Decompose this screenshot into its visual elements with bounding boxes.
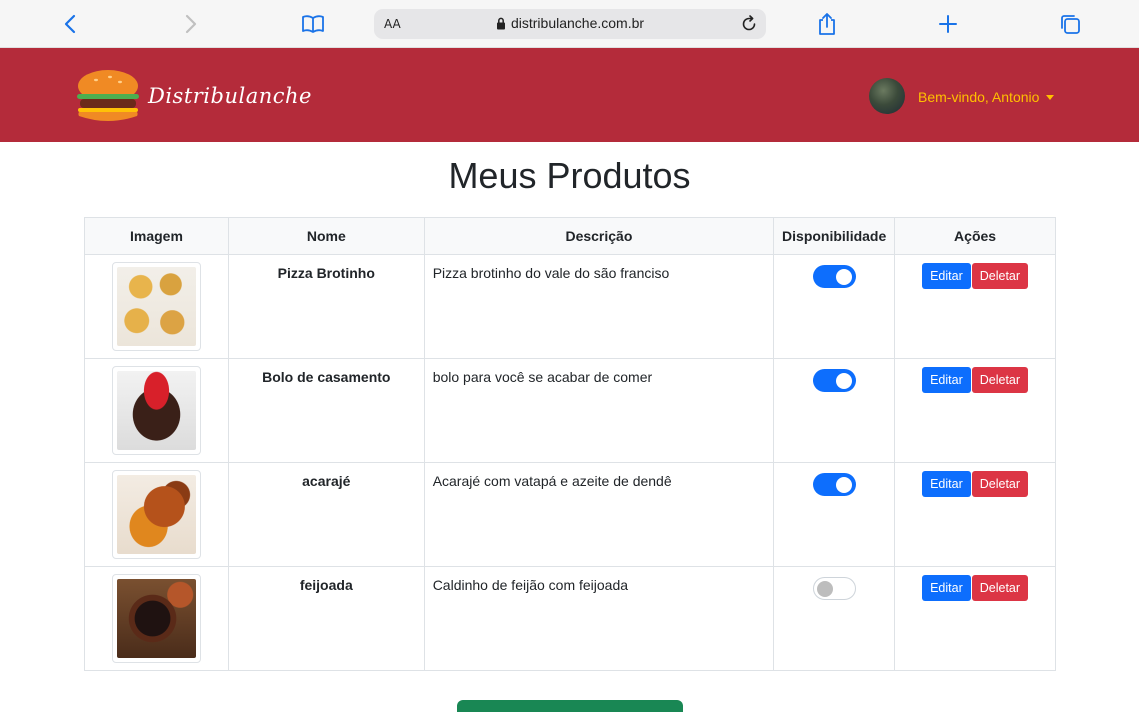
- availability-cell: [773, 462, 896, 567]
- products-table: Imagem Nome Descrição Disponibilidade Aç…: [84, 217, 1056, 671]
- toggle-knob: [816, 580, 833, 597]
- product-image: [111, 262, 201, 351]
- availability-cell: [773, 254, 896, 359]
- page-title: Meus Produtos: [448, 155, 691, 196]
- actions-cell: Editar Deletar: [894, 566, 1056, 671]
- avatar[interactable]: [869, 78, 905, 114]
- reload-icon[interactable]: [736, 11, 762, 37]
- delete-button[interactable]: Deletar: [971, 263, 1029, 289]
- pizza-image: [116, 267, 196, 346]
- availability-toggle[interactable]: [812, 577, 856, 600]
- product-image-cell: [84, 462, 229, 567]
- acaraje-image: [116, 475, 196, 554]
- browser-toolbar: AA distribulanche.com.br: [0, 0, 1139, 48]
- welcome-text: Bem-vindo, Antonio: [918, 89, 1040, 105]
- table-row: Bolo de casamento bolo para você se acab…: [84, 358, 1056, 463]
- availability-toggle[interactable]: [812, 369, 856, 392]
- product-description: Caldinho de feijão com feijoada: [423, 566, 775, 671]
- share-icon[interactable]: [813, 10, 841, 38]
- url-bar[interactable]: AA distribulanche.com.br: [374, 9, 766, 39]
- product-image-cell: [84, 254, 229, 359]
- product-description: bolo para você se acabar de comer: [423, 358, 775, 463]
- url-text: distribulanche.com.br: [510, 15, 645, 31]
- delete-button[interactable]: Deletar: [971, 471, 1029, 497]
- chevron-left-icon[interactable]: [56, 10, 84, 38]
- book-icon[interactable]: [299, 10, 327, 38]
- actions-cell: Editar Deletar: [894, 358, 1056, 463]
- edit-button[interactable]: Editar: [922, 263, 971, 289]
- edit-button[interactable]: Editar: [922, 367, 971, 393]
- product-image-cell: [84, 358, 229, 463]
- toggle-knob: [835, 268, 852, 285]
- table-row: acarajé Acarajé com vatapá e azeite de d…: [84, 462, 1056, 567]
- table-row: feijoada Caldinho de feijão com feijoada…: [84, 566, 1056, 671]
- delete-button[interactable]: Deletar: [971, 575, 1029, 601]
- product-image: [111, 574, 201, 663]
- header-acoes: Ações: [894, 217, 1056, 255]
- user-menu-toggle[interactable]: Bem-vindo, Antonio: [918, 89, 1055, 105]
- plus-icon[interactable]: [934, 10, 962, 38]
- cake-image: [116, 371, 196, 450]
- availability-cell: [773, 358, 896, 463]
- chevron-right-icon[interactable]: [177, 10, 205, 38]
- actions-cell: Editar Deletar: [894, 462, 1056, 567]
- lock-icon: [496, 17, 506, 33]
- brand-name[interactable]: Distribulanche: [148, 84, 312, 108]
- header-nome: Nome: [227, 217, 425, 255]
- toggle-knob: [835, 372, 852, 389]
- product-image: [111, 366, 201, 455]
- toggle-knob: [835, 476, 852, 493]
- feijoada-image: [116, 579, 196, 658]
- product-name: feijoada: [227, 566, 425, 671]
- table-header-row: Imagem Nome Descrição Disponibilidade Aç…: [84, 217, 1056, 255]
- header-disponibilidade: Disponibilidade: [773, 217, 896, 255]
- product-name: Bolo de casamento: [227, 358, 425, 463]
- actions-cell: Editar Deletar: [894, 254, 1056, 359]
- add-product-button[interactable]: [457, 700, 683, 712]
- product-name: acarajé: [227, 462, 425, 567]
- availability-toggle[interactable]: [812, 265, 856, 288]
- table-row: Pizza Brotinho Pizza brotinho do vale do…: [84, 254, 1056, 359]
- header-descricao: Descrição: [423, 217, 775, 255]
- product-image-cell: [84, 566, 229, 671]
- availability-toggle[interactable]: [812, 473, 856, 496]
- product-description: Pizza brotinho do vale do são franciso: [423, 254, 775, 359]
- edit-button[interactable]: Editar: [922, 471, 971, 497]
- header-imagem: Imagem: [84, 217, 229, 255]
- tabs-icon[interactable]: [1056, 10, 1084, 38]
- availability-cell: [773, 566, 896, 671]
- product-image: [111, 470, 201, 559]
- edit-button[interactable]: Editar: [922, 575, 971, 601]
- top-navbar: Distribulanche Bem-vindo, Antonio: [0, 48, 1139, 142]
- product-name: Pizza Brotinho: [227, 254, 425, 359]
- product-description: Acarajé com vatapá e azeite de dendê: [423, 462, 775, 567]
- caret-down-icon: [1046, 95, 1055, 100]
- delete-button[interactable]: Deletar: [971, 367, 1029, 393]
- burger-logo-icon[interactable]: [74, 68, 142, 131]
